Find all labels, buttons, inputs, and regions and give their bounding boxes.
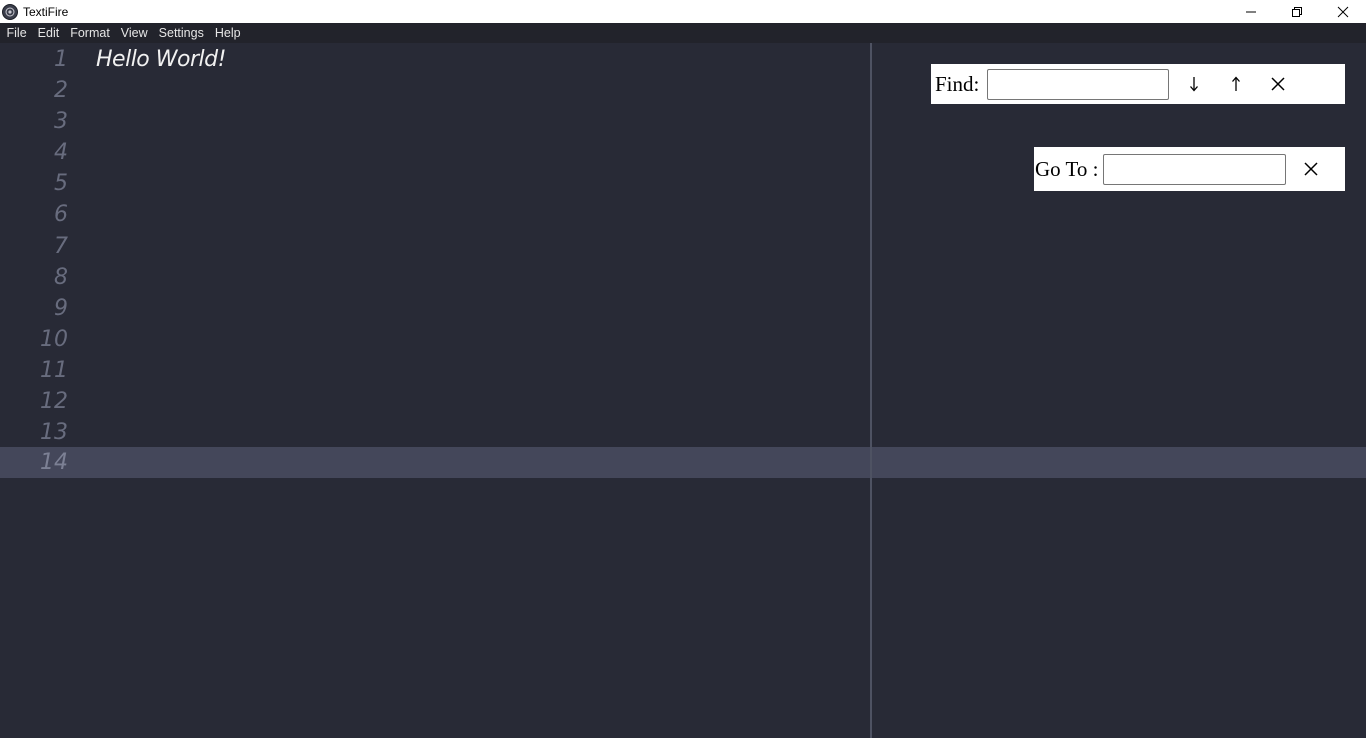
line-number: 9	[54, 296, 68, 321]
minimize-button[interactable]	[1228, 0, 1274, 23]
find-panel: Find:	[931, 64, 1345, 104]
goto-label: Go To :	[1035, 156, 1099, 181]
line-number: 2	[54, 78, 68, 103]
app-logo-icon	[2, 3, 18, 20]
editor-line[interactable]: 13	[0, 417, 1366, 448]
menu-bar: File Edit Format View Settings Help	[0, 23, 1366, 43]
editor-line[interactable]: 3	[0, 106, 1366, 137]
editor-line[interactable]: 6	[0, 199, 1366, 230]
line-number: 7	[54, 234, 68, 259]
editor-line[interactable]: 9	[0, 293, 1366, 324]
menu-view[interactable]: View	[115, 23, 153, 43]
line-number: 1	[54, 47, 68, 72]
line-number: 12	[40, 389, 68, 414]
menu-edit[interactable]: Edit	[32, 23, 65, 43]
menu-format[interactable]: Format	[65, 23, 116, 43]
close-window-button[interactable]	[1320, 0, 1366, 23]
close-icon	[1304, 162, 1319, 176]
line-number: 5	[54, 171, 68, 196]
find-close-button[interactable]	[1270, 75, 1286, 93]
line-number: 11	[40, 358, 68, 383]
find-previous-button[interactable]	[1228, 75, 1244, 93]
menu-settings[interactable]: Settings	[153, 23, 209, 43]
editor-line[interactable]: 8	[0, 262, 1366, 293]
line-number: 13	[40, 420, 68, 445]
line-number: 10	[40, 327, 68, 352]
line-number: 3	[54, 109, 68, 134]
minimize-icon	[1246, 11, 1256, 12]
arrow-up-icon	[1232, 76, 1241, 91]
editor-line[interactable]: 7	[0, 231, 1366, 262]
find-label: Find:	[935, 71, 980, 96]
goto-input[interactable]	[1103, 153, 1287, 185]
window-title: TextiFire	[23, 4, 69, 19]
restore-icon	[1292, 6, 1302, 17]
title-bar: TextiFire	[0, 0, 1366, 23]
find-input[interactable]	[987, 68, 1170, 100]
window-controls	[1228, 0, 1366, 23]
line-text[interactable]: Hello World!	[96, 44, 226, 75]
arrow-down-icon	[1190, 77, 1199, 92]
menu-help[interactable]: Help	[209, 23, 246, 43]
line-number: 4	[54, 140, 68, 165]
line-number: 14	[40, 450, 68, 475]
editor-line[interactable]: 11	[0, 355, 1366, 386]
editor-line[interactable]: 10	[0, 324, 1366, 355]
line-number: 8	[54, 265, 68, 290]
line-number: 6	[54, 202, 68, 227]
print-margin-line	[870, 43, 872, 738]
editor-line-active[interactable]: 14	[0, 447, 1366, 478]
menu-file[interactable]: File	[1, 23, 32, 43]
goto-panel: Go To :	[1034, 147, 1345, 191]
goto-close-button[interactable]	[1303, 160, 1319, 178]
editor-line[interactable]: 12	[0, 386, 1366, 417]
find-next-button[interactable]	[1186, 75, 1202, 93]
close-icon	[1337, 6, 1349, 17]
restore-button[interactable]	[1274, 0, 1320, 23]
close-icon	[1271, 77, 1285, 91]
